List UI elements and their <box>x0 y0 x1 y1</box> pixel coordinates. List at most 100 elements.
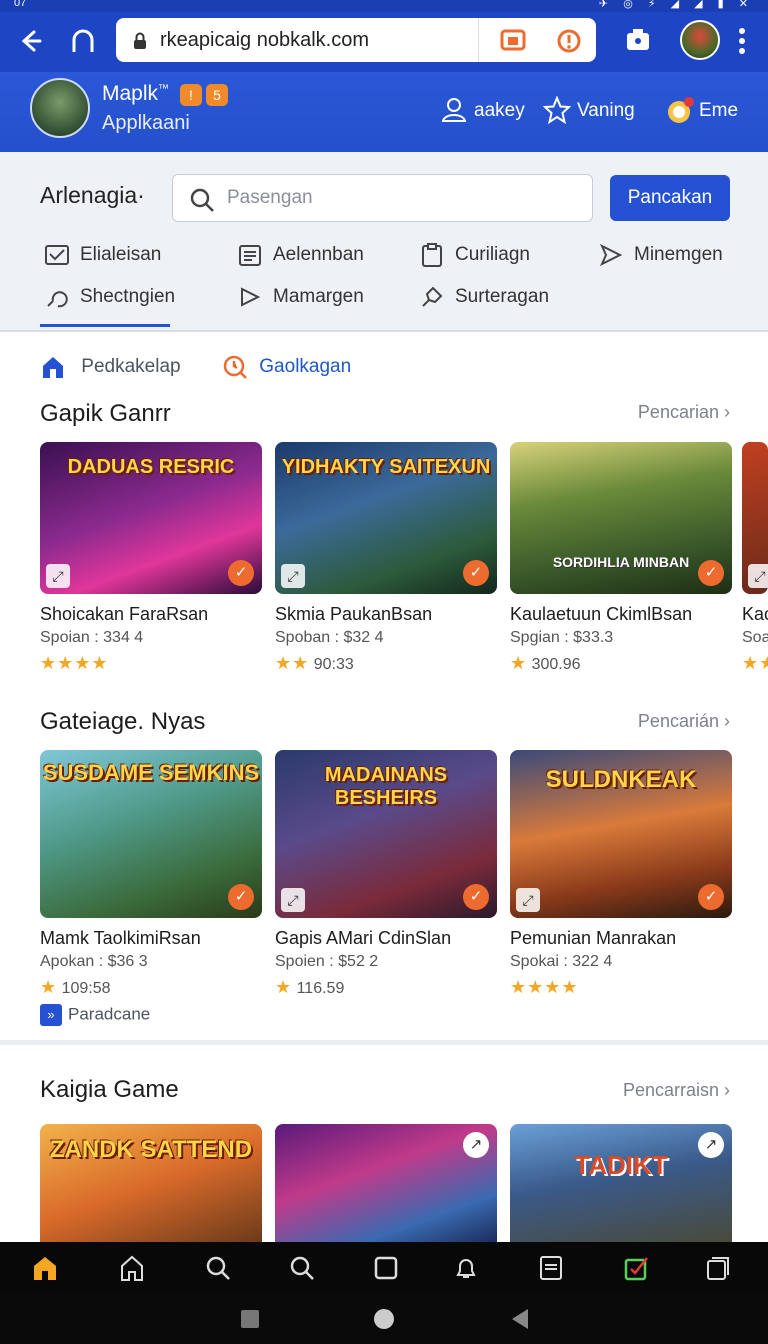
edit-check-icon[interactable] <box>622 1254 650 1282</box>
expand-icon[interactable]: ⤢ <box>516 888 540 912</box>
section-divider <box>0 1040 768 1045</box>
alert-badge[interactable]: ! <box>180 84 202 106</box>
back-button[interactable] <box>512 1309 528 1329</box>
category-label: Elialeisan <box>80 244 162 265</box>
game-art-title: SUSDAME SEMKINS <box>42 760 260 785</box>
home-icon[interactable] <box>118 1254 146 1282</box>
game-card[interactable]: ZANDK SATTEND <box>40 1124 262 1244</box>
profile-name-sup: ™ <box>158 83 170 95</box>
mail-icon <box>45 245 69 265</box>
section-more-link[interactable]: Pencarián › <box>638 711 730 732</box>
search-icon-2[interactable] <box>288 1254 316 1282</box>
expand-icon[interactable]: ⤢ <box>281 564 305 588</box>
game-card[interactable]: SULDNKEAK ⤢ ✓ Pemunian Manrakan Spokai :… <box>510 750 732 998</box>
check-icon[interactable]: ✓ <box>228 884 254 910</box>
expand-icon[interactable]: ⤢ <box>46 564 70 588</box>
game-name: Gapis AMari CdinSlan <box>275 928 452 948</box>
game-thumbnail[interactable]: SORDIHLIA MINBAN ✓ <box>510 442 732 594</box>
search-input[interactable] <box>227 185 567 211</box>
category-item-1[interactable]: Elialeisan <box>45 244 162 266</box>
game-thumbnail[interactable]: ⤢ <box>742 442 768 594</box>
bottom-nav <box>0 1242 768 1294</box>
info-icon[interactable] <box>556 28 582 59</box>
check-icon[interactable]: ✓ <box>463 884 489 910</box>
tab-pedkakelap[interactable]: Pedkakelap <box>40 354 181 380</box>
recents-button[interactable] <box>241 1310 259 1328</box>
reader-icon[interactable] <box>500 28 526 57</box>
rating-score: 109:58 <box>61 980 111 997</box>
game-name: Mamk TaolkimiRsan <box>40 928 201 948</box>
game-thumbnail[interactable]: YIDHAKTY SAITEXUN ⤢ ✓ <box>275 442 497 594</box>
section-title: Gapik Ganrr <box>40 400 171 427</box>
tabs-icon[interactable] <box>624 26 654 56</box>
url-text[interactable]: rkeapicaig nobkalk.com <box>160 29 369 52</box>
star-rating-icon: ★ <box>40 977 58 997</box>
game-card-partial[interactable]: ⤢ Kac Soa ★★ <box>742 442 768 674</box>
category-item-4[interactable]: Minemgen <box>599 243 723 267</box>
section-more-link[interactable]: Pencarraisn › <box>623 1080 730 1101</box>
active-category-indicator <box>40 324 170 327</box>
header-link-messages[interactable]: Eme <box>668 97 738 123</box>
list-icon[interactable] <box>537 1254 565 1282</box>
avatar[interactable] <box>30 78 90 138</box>
game-thumbnail[interactable]: ↗ <box>275 1124 497 1244</box>
search-icon[interactable] <box>204 1254 232 1282</box>
game-card[interactable]: SORDIHLIA MINBAN ✓ Kaulaetuun CkimlBsan … <box>510 442 732 674</box>
game-card[interactable]: SUSDAME SEMKINS ✓ Mamk TaolkimiRsan Apok… <box>40 750 262 998</box>
game-rating: ★ 300.96 <box>510 653 732 674</box>
home-button[interactable] <box>374 1309 394 1329</box>
search-button[interactable]: Pancakan <box>610 175 730 221</box>
tab-gaolkagan[interactable]: Gaolkagan <box>222 354 351 380</box>
address-bar[interactable]: rkeapicaig nobkalk.com <box>116 18 596 62</box>
game-card[interactable]: YIDHAKTY SAITEXUN ⤢ ✓ Skmia PaukanBsan S… <box>275 442 497 674</box>
category-item-7[interactable]: Surteragan <box>422 286 549 308</box>
section-more-link[interactable]: Pencarian › <box>638 402 730 423</box>
expand-icon[interactable]: ⤢ <box>281 888 305 912</box>
bell-icon[interactable] <box>452 1254 480 1282</box>
game-thumbnail[interactable]: MADAINANS BESHEIRS ⤢ ✓ <box>275 750 497 918</box>
game-card[interactable]: MADAINANS BESHEIRS ⤢ ✓ Gapis AMari CdinS… <box>275 750 497 998</box>
category-item-6[interactable]: Mamargen <box>241 286 364 308</box>
pencil-icon <box>241 287 261 307</box>
game-thumbnail[interactable]: DADUAS RESRIC ⤢ ✓ <box>40 442 262 594</box>
zoom-icon[interactable]: ↗ <box>463 1132 489 1158</box>
paradcane-label: Paradcane <box>68 1004 151 1024</box>
home-icon[interactable] <box>68 26 98 56</box>
system-nav <box>0 1294 768 1344</box>
back-arrow-icon[interactable] <box>14 26 44 56</box>
game-thumbnail[interactable]: SUSDAME SEMKINS ✓ <box>40 750 262 918</box>
category-item-2[interactable]: Aelennban <box>239 244 364 266</box>
category-item-3[interactable]: Curiliagn <box>422 243 530 267</box>
check-icon[interactable]: ✓ <box>228 560 254 586</box>
count-badge[interactable]: 5 <box>206 84 228 106</box>
expand-icon[interactable]: ⤢ <box>748 564 768 588</box>
star-icon <box>543 96 571 124</box>
home-filled-icon[interactable] <box>31 1254 59 1282</box>
paradcane-link[interactable]: » Paradcane <box>40 1004 150 1026</box>
star-rating-icon: ★★ <box>275 653 310 673</box>
clock-search-icon <box>223 355 247 379</box>
star-rating-icon: ★ <box>510 653 528 673</box>
check-icon[interactable]: ✓ <box>698 884 724 910</box>
game-card[interactable]: TADIKT ↗ <box>510 1124 732 1244</box>
copy-icon[interactable] <box>704 1254 732 1282</box>
category-item-5[interactable]: Shectngien <box>47 286 175 308</box>
game-price: Apokan : $36 3 <box>40 953 148 970</box>
calendar-icon <box>239 245 261 266</box>
zoom-icon[interactable]: ↗ <box>698 1132 724 1158</box>
game-thumbnail[interactable]: ZANDK SATTEND <box>40 1124 262 1244</box>
game-thumbnail[interactable]: TADIKT ↗ <box>510 1124 732 1244</box>
more-vertical-icon[interactable] <box>736 26 766 56</box>
game-card[interactable]: ↗ <box>275 1124 497 1244</box>
square-icon[interactable] <box>372 1254 400 1282</box>
check-icon[interactable]: ✓ <box>463 560 489 586</box>
header-link-account-label: aakey <box>474 100 525 121</box>
search-field[interactable] <box>172 174 593 222</box>
header-link-favorites[interactable]: Vaning <box>543 96 635 124</box>
profile-avatar[interactable] <box>680 20 720 60</box>
check-icon[interactable]: ✓ <box>698 560 724 586</box>
header-link-account[interactable]: aakey <box>441 98 525 122</box>
game-card[interactable]: DADUAS RESRIC ⤢ ✓ Shoicakan FaraRsan Spo… <box>40 442 262 674</box>
game-thumbnail[interactable]: SULDNKEAK ⤢ ✓ <box>510 750 732 918</box>
star-rating-icon: ★★ <box>742 653 768 673</box>
